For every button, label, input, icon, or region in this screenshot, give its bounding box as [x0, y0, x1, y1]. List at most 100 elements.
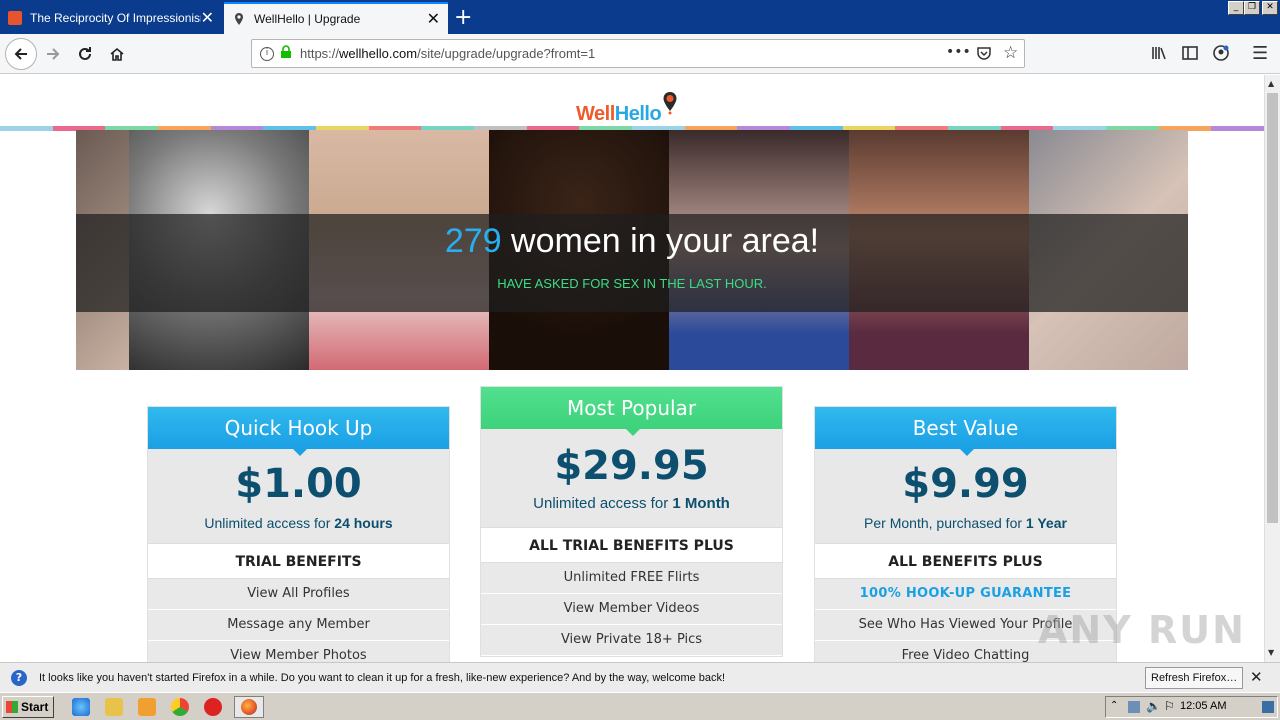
women-count: 279	[444, 222, 502, 260]
forward-button[interactable]	[40, 41, 66, 67]
system-tray: ⌃ 🔈 ⚐ 12:05 AM	[1105, 696, 1278, 718]
close-window-icon[interactable]: ✕	[1262, 1, 1278, 15]
tab-reciprocity[interactable]: The Reciprocity Of Impressionism | ✕	[0, 2, 222, 34]
access-description: Unlimited access for 24 hours	[148, 515, 449, 531]
plan-title: Best Value	[815, 407, 1116, 456]
help-icon: ?	[11, 669, 27, 686]
info-icon[interactable]: i	[260, 46, 274, 61]
access-duration: 1 Year	[1025, 515, 1067, 531]
browser-tab-strip: The Reciprocity Of Impressionism | ✕ Wel…	[0, 0, 1280, 34]
tab-close-icon[interactable]: ✕	[201, 10, 214, 26]
tab-title: The Reciprocity Of Impressionism |	[30, 11, 201, 25]
access-description: Unlimited access for 1 Month	[481, 495, 782, 512]
wellhello-logo[interactable]: Well Hello	[576, 91, 678, 126]
benefits-title: TRIAL BENEFITS	[148, 543, 449, 579]
taskbar-clock[interactable]: 12:05 AM	[1180, 700, 1226, 712]
logo-pin-icon	[662, 91, 678, 118]
firefox-icon	[241, 699, 257, 715]
hero-overlay: 279 women in your area! HAVE ASKED FOR S…	[76, 214, 1188, 312]
notification-text: It looks like you haven't started Firefo…	[39, 671, 726, 684]
library-icon[interactable]	[1150, 44, 1168, 65]
url-host: wellhello.com	[339, 46, 418, 61]
access-prefix: Unlimited access for	[204, 515, 335, 531]
account-icon[interactable]	[1212, 44, 1230, 65]
new-tab-button[interactable]: +	[454, 5, 472, 30]
access-duration: 24 hours	[334, 515, 393, 531]
media-player-icon[interactable]	[138, 698, 156, 716]
minimize-window-icon[interactable]: _	[1228, 1, 1244, 15]
feature-item: View All Profiles	[148, 579, 449, 610]
feature-item: Message any Member	[148, 610, 449, 641]
firefox-taskbar-button[interactable]	[234, 696, 264, 718]
price-area: $1.00 Unlimited access for 24 hours	[148, 449, 449, 543]
page-actions-menu-icon[interactable]: •••	[946, 44, 971, 60]
pointer-arrow	[626, 429, 640, 436]
price-area: $29.95 Unlimited access for 1 Month	[481, 429, 782, 527]
start-button[interactable]: Start	[2, 696, 54, 718]
bookmark-star-icon[interactable]: ☆	[1003, 43, 1018, 63]
plan-title: Quick Hook Up	[148, 407, 449, 456]
tab-title: WellHello | Upgrade	[254, 12, 361, 26]
pointer-arrow	[960, 449, 974, 456]
access-prefix: Per Month, purchased for	[864, 515, 1026, 531]
feature-item: View Private 18+ Pics	[481, 625, 782, 656]
sidebar-toggle-icon[interactable]	[1181, 44, 1199, 65]
windows-flag-icon	[6, 701, 18, 713]
feature-item: View Member Photos	[148, 641, 449, 662]
home-button[interactable]	[104, 41, 130, 67]
benefits-title: ALL BENEFITS PLUS	[815, 543, 1116, 579]
access-description: Per Month, purchased for 1 Year	[815, 515, 1116, 531]
pocket-icon[interactable]	[976, 45, 992, 64]
volume-icon[interactable]: 🔈	[1146, 699, 1161, 713]
tab-wellhello-upgrade[interactable]: WellHello | Upgrade ✕	[224, 2, 448, 34]
start-label: Start	[21, 700, 49, 714]
refresh-firefox-button[interactable]: Refresh Firefox…	[1145, 667, 1244, 689]
internet-explorer-icon[interactable]	[72, 698, 90, 716]
plan-card-most-popular[interactable]: Most Popular $29.95 Unlimited access for…	[480, 386, 783, 657]
address-bar[interactable]: i https://wellhello.com/site/upgrade/upg…	[251, 39, 1025, 68]
site-favicon-icon	[8, 11, 22, 25]
explorer-folder-icon[interactable]	[105, 698, 123, 716]
plan-price: $1.00	[235, 461, 362, 507]
chrome-icon[interactable]	[171, 698, 189, 716]
tray-expand-icon[interactable]: ⌃	[1110, 700, 1118, 711]
scroll-down-icon[interactable]: ▼	[1268, 648, 1274, 657]
price-area: $9.99 Per Month, purchased for 1 Year	[815, 449, 1116, 543]
restore-window-icon[interactable]: ❐	[1244, 1, 1260, 15]
network-icon[interactable]	[1128, 701, 1140, 713]
plan-title: Most Popular	[481, 387, 782, 436]
scroll-up-icon[interactable]: ▲	[1268, 79, 1274, 88]
windows-taskbar: Start ⌃ 🔈 ⚐ 12:05 AM	[0, 692, 1280, 720]
hamburger-menu-icon[interactable]: ☰	[1252, 43, 1268, 64]
navigation-toolbar: i https://wellhello.com/site/upgrade/upg…	[0, 34, 1280, 74]
url-text[interactable]: https://wellhello.com/site/upgrade/upgra…	[300, 46, 595, 61]
action-center-flag-icon[interactable]: ⚐	[1164, 699, 1175, 713]
feature-item: Unlimited FREE Flirts	[481, 563, 782, 594]
plan-name: Best Value	[912, 416, 1019, 440]
lock-icon[interactable]	[280, 45, 292, 62]
logo-text-hello: Hello	[614, 103, 662, 125]
tab-close-icon[interactable]: ✕	[427, 11, 440, 27]
plan-price: $29.95	[554, 443, 709, 489]
anyrun-watermark: ANY RUN	[1038, 608, 1246, 652]
url-scheme: https://	[300, 46, 340, 61]
reload-button[interactable]	[72, 41, 98, 67]
scroll-thumb[interactable]	[1267, 93, 1278, 523]
plan-card-quick-hook-up[interactable]: Quick Hook Up $1.00 Unlimited access for…	[147, 406, 450, 662]
access-duration: 1 Month	[672, 495, 730, 512]
plan-price: $9.99	[902, 461, 1029, 507]
page-viewport: Well Hello 279 women in your area! HAVE A…	[0, 75, 1264, 662]
opera-icon[interactable]	[204, 698, 222, 716]
pointer-arrow	[293, 449, 307, 456]
refresh-firefox-notification: ? It looks like you haven't started Fire…	[0, 662, 1280, 692]
benefits-title: ALL TRIAL BENEFITS PLUS	[481, 527, 782, 563]
back-button[interactable]	[5, 38, 37, 70]
plan-name: Quick Hook Up	[224, 416, 373, 440]
hero-headline-text: women in your area!	[501, 222, 820, 260]
feature-item: View Member Videos	[481, 594, 782, 625]
hero-subheadline: HAVE ASKED FOR SEX IN THE LAST HOUR.	[497, 276, 767, 291]
url-path: /site/upgrade/upgrade?fromt=1	[417, 46, 596, 61]
close-notification-icon[interactable]: ✕	[1250, 668, 1263, 686]
vertical-scrollbar[interactable]: ▲ ▼	[1264, 75, 1280, 662]
show-desktop-icon[interactable]	[1262, 701, 1274, 713]
